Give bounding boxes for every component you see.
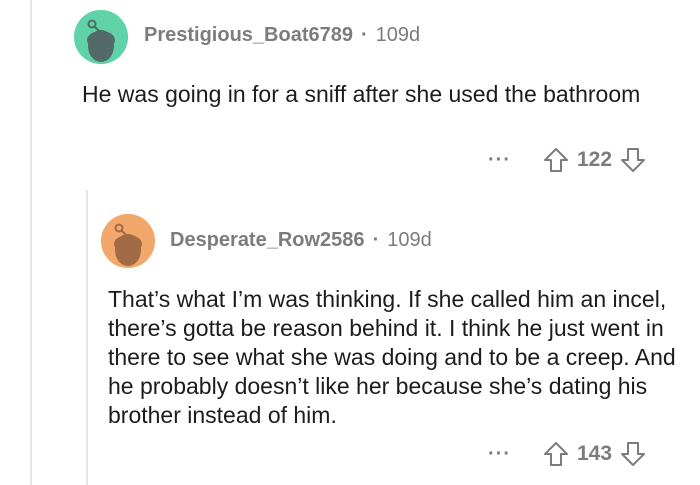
upvote-icon[interactable] xyxy=(543,441,569,467)
comment-age: 109d xyxy=(375,24,421,46)
comment-meta: Desperate_Row2586 · 109d xyxy=(170,229,432,252)
thread-line xyxy=(30,0,32,485)
upvote-icon[interactable] xyxy=(543,147,569,173)
comment-body: That’s what I’m was thinking. If she cal… xyxy=(108,286,676,428)
username[interactable]: Desperate_Row2586 xyxy=(170,229,365,252)
downvote-icon[interactable] xyxy=(620,147,646,173)
meta-separator: · xyxy=(372,229,380,251)
avatar[interactable] xyxy=(74,10,128,64)
comment-actions: ··· 122 xyxy=(488,147,646,173)
snoo-avatar-icon xyxy=(74,10,128,64)
avatar[interactable] xyxy=(101,214,155,268)
more-options-button[interactable]: ··· xyxy=(488,149,511,172)
username[interactable]: Prestigious_Boat6789 xyxy=(144,24,353,47)
meta-separator: · xyxy=(360,24,368,46)
comment-actions: ··· 143 xyxy=(488,441,646,467)
snoo-avatar-icon xyxy=(101,214,155,268)
thread-line-nested xyxy=(86,190,88,485)
vote-score: 122 xyxy=(576,148,613,171)
downvote-icon[interactable] xyxy=(620,441,646,467)
comment-meta: Prestigious_Boat6789 · 109d xyxy=(144,24,420,47)
more-options-button[interactable]: ··· xyxy=(488,443,511,466)
vote-score: 143 xyxy=(576,442,613,465)
comment-age: 109d xyxy=(387,229,432,251)
comment-body: He was going in for a sniff after she us… xyxy=(82,81,641,107)
